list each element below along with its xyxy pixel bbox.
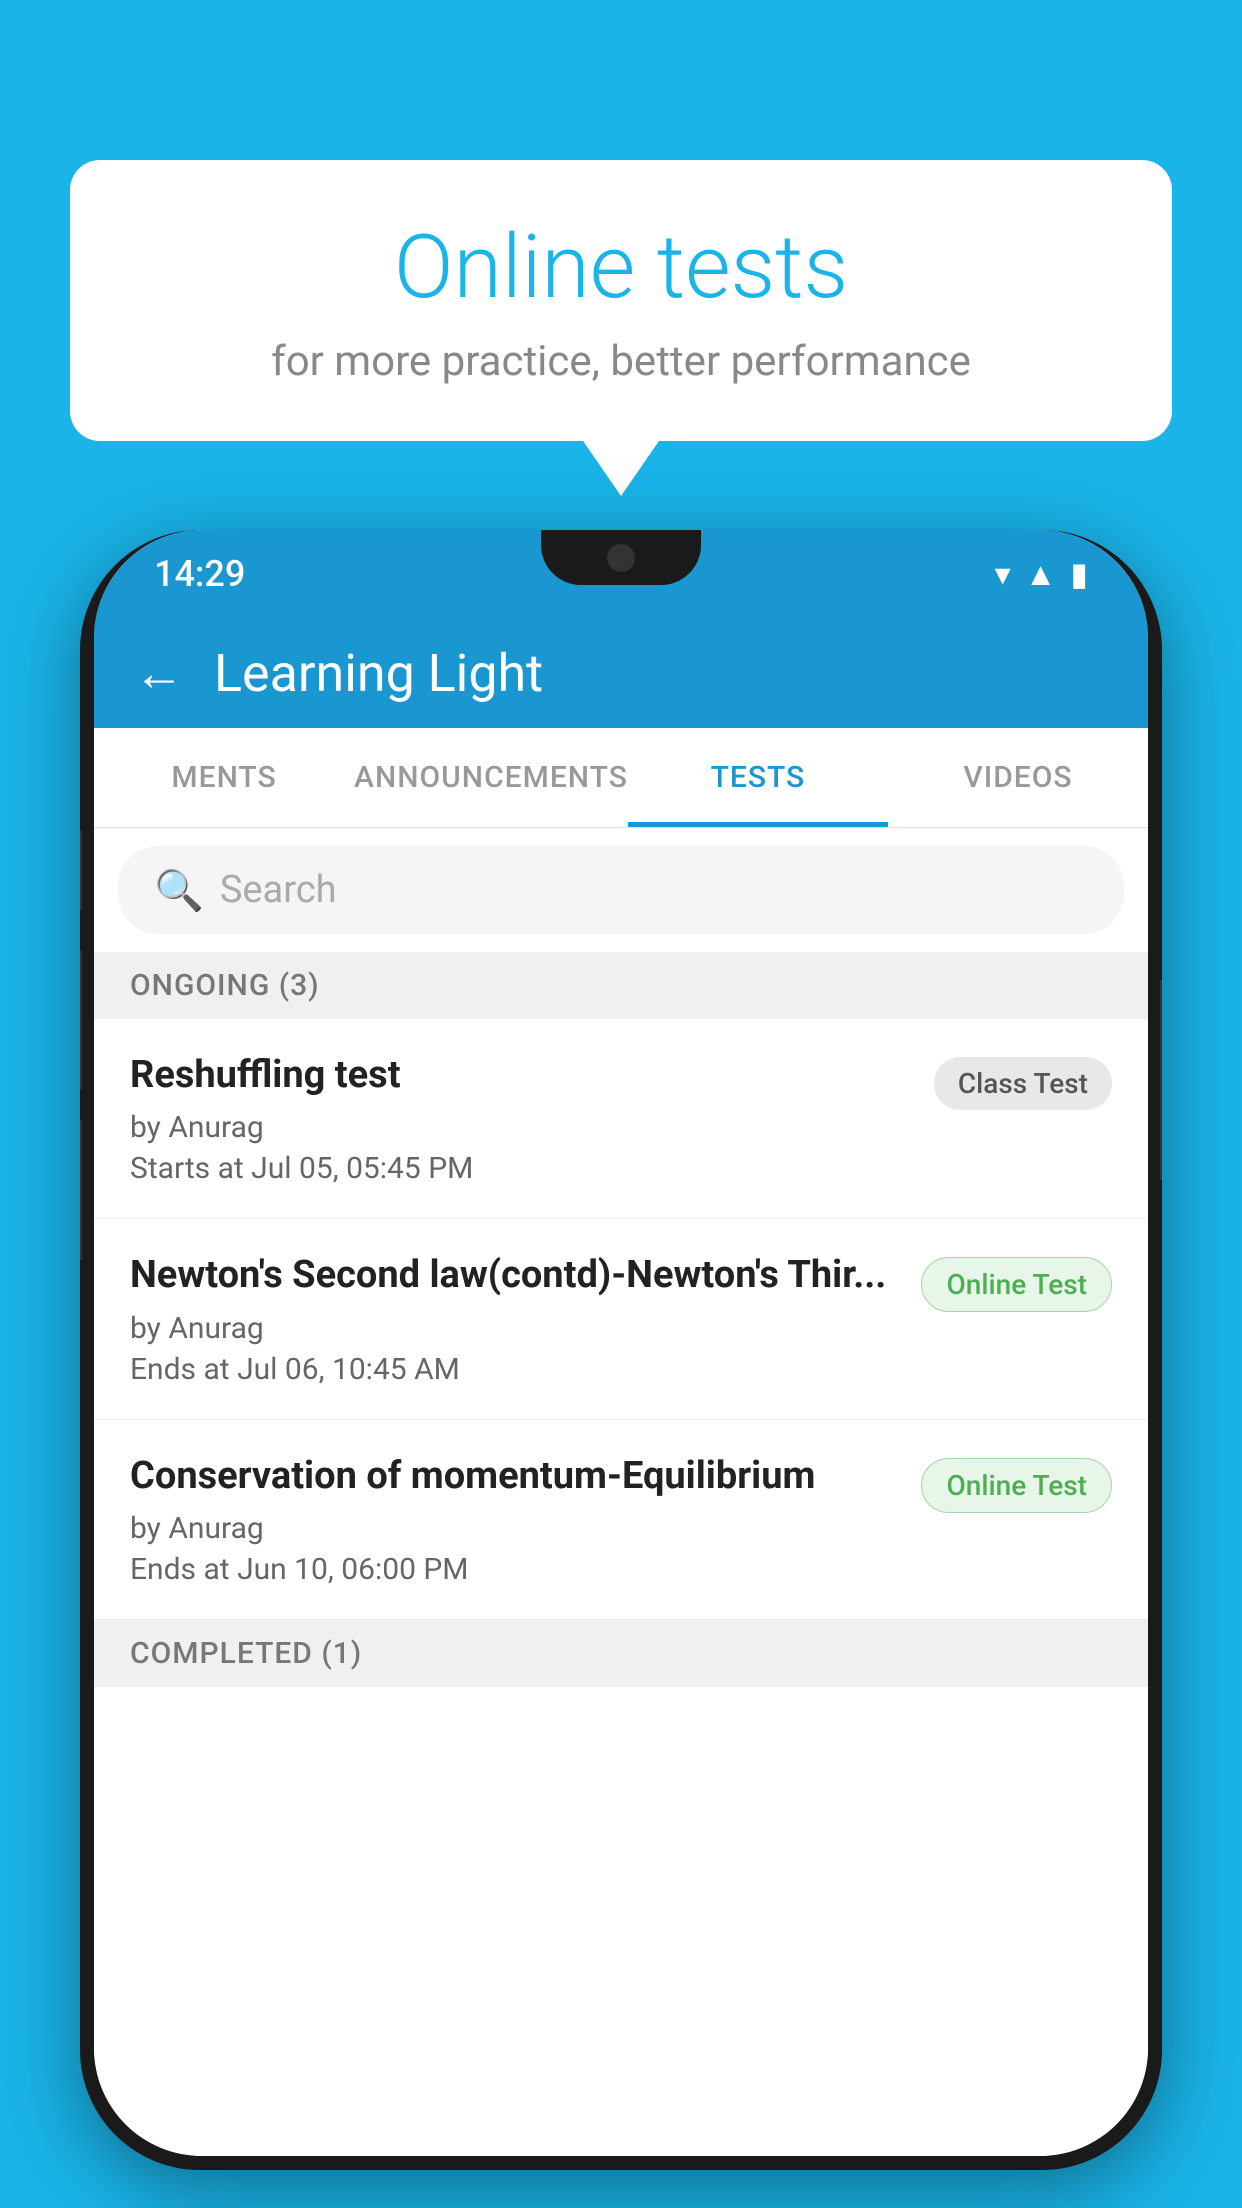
test-badge: Online Test (921, 1458, 1112, 1513)
volume-up-button[interactable] (80, 830, 82, 910)
status-time: 14:29 (154, 553, 245, 595)
app-title: Learning Light (214, 643, 543, 704)
test-item[interactable]: Newton's Second law(contd)-Newton's Thir… (94, 1219, 1148, 1419)
tab-ments[interactable]: MENTS (94, 728, 354, 827)
tabs-bar: MENTS ANNOUNCEMENTS TESTS VIDEOS (94, 728, 1148, 828)
signal-icon: ▲ (1025, 555, 1057, 593)
completed-label: COMPLETED (1) (130, 1636, 362, 1671)
phone-content: 🔍 Search ONGOING (3) Reshuffling test by… (94, 828, 1148, 2156)
test-author: by Anurag (130, 1110, 914, 1145)
test-time: Ends at Jul 06, 10:45 AM (130, 1352, 901, 1387)
test-name: Newton's Second law(contd)-Newton's Thir… (130, 1251, 901, 1300)
test-item[interactable]: Reshuffling test by Anurag Starts at Jul… (94, 1019, 1148, 1219)
tab-videos[interactable]: VIDEOS (888, 728, 1148, 827)
test-time: Ends at Jun 10, 06:00 PM (130, 1552, 901, 1587)
test-list: Reshuffling test by Anurag Starts at Jul… (94, 1019, 1148, 1620)
app-header: ← Learning Light (94, 618, 1148, 728)
power-button[interactable] (1160, 980, 1162, 1180)
ongoing-section-header: ONGOING (3) (94, 952, 1148, 1019)
camera-button[interactable] (80, 1120, 82, 1260)
test-badge: Online Test (921, 1257, 1112, 1312)
test-info: Newton's Second law(contd)-Newton's Thir… (130, 1251, 921, 1386)
test-item[interactable]: Conservation of momentum-Equilibrium by … (94, 1420, 1148, 1620)
notch (541, 530, 701, 585)
bubble-subtitle: for more practice, better performance (150, 337, 1092, 386)
search-icon: 🔍 (154, 867, 204, 914)
volume-down-button[interactable] (80, 950, 82, 1090)
test-info: Reshuffling test by Anurag Starts at Jul… (130, 1051, 934, 1186)
speech-bubble: Online tests for more practice, better p… (70, 160, 1172, 441)
test-author: by Anurag (130, 1311, 901, 1346)
test-name: Conservation of momentum-Equilibrium (130, 1452, 901, 1501)
phone-wrapper: 14:29 ▾ ▲ ▮ ← Learning Light MENTS (80, 530, 1162, 2208)
phone-screen: 14:29 ▾ ▲ ▮ ← Learning Light MENTS (94, 530, 1148, 2156)
wifi-icon: ▾ (995, 555, 1011, 593)
test-info: Conservation of momentum-Equilibrium by … (130, 1452, 921, 1587)
status-bar: 14:29 ▾ ▲ ▮ (94, 530, 1148, 618)
test-time: Starts at Jul 05, 05:45 PM (130, 1151, 914, 1186)
test-name: Reshuffling test (130, 1051, 914, 1100)
battery-icon: ▮ (1070, 555, 1088, 593)
tab-announcements[interactable]: ANNOUNCEMENTS (354, 728, 628, 827)
back-button[interactable]: ← (134, 644, 184, 703)
bubble-title: Online tests (150, 220, 1092, 317)
phone-device: 14:29 ▾ ▲ ▮ ← Learning Light MENTS (80, 530, 1162, 2170)
status-icons: ▾ ▲ ▮ (995, 555, 1088, 593)
speech-bubble-container: Online tests for more practice, better p… (70, 160, 1172, 441)
camera-dot (607, 544, 635, 572)
test-author: by Anurag (130, 1511, 901, 1546)
search-placeholder: Search (220, 868, 337, 912)
completed-section-header: COMPLETED (1) (94, 1620, 1148, 1687)
ongoing-label: ONGOING (3) (130, 968, 320, 1003)
test-badge: Class Test (934, 1057, 1112, 1110)
search-bar[interactable]: 🔍 Search (118, 846, 1124, 934)
tab-tests[interactable]: TESTS (628, 728, 888, 827)
